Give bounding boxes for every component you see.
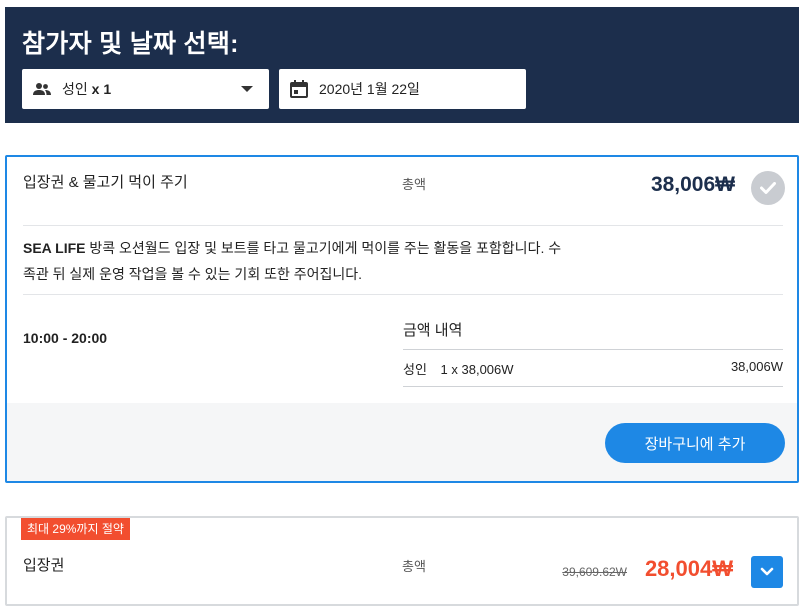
price-breakdown-row: 성인 1 x 38,006W 38,006W — [403, 359, 783, 377]
divider — [403, 349, 783, 350]
product-description: SEA LIFE 방콕 오션월드 입장 및 보트를 타고 물고기에게 먹이를 주… — [23, 240, 562, 282]
expand-button[interactable] — [751, 556, 783, 588]
product-title: 입장권 — [23, 557, 65, 574]
product-card-ticket-feeding[interactable]: 입장권 & 물고기 먹이 주기 총액 38,006₩ SEA LIFE 방콕 오… — [5, 155, 799, 483]
add-to-cart-button[interactable]: 장바구니에 추가 — [605, 423, 785, 463]
card-footer: 장바구니에 추가 — [7, 403, 797, 481]
divider — [23, 294, 783, 295]
divider — [23, 225, 783, 226]
calendar-icon — [289, 79, 309, 99]
chevron-down-icon — [241, 86, 253, 92]
original-price: 39,609.62W — [562, 565, 627, 579]
total-price: 38,006₩ — [650, 173, 735, 196]
operating-hours: 10:00 - 20:00 — [23, 330, 108, 346]
participants-value: 성인 x 1 — [62, 81, 112, 97]
sale-price: 28,004₩ — [644, 556, 733, 581]
selected-check-icon[interactable] — [751, 171, 785, 205]
chevron-down-icon — [760, 567, 774, 576]
date-value: 2020년 1월 22일 — [319, 81, 420, 97]
date-select[interactable]: 2020년 1월 22일 — [279, 69, 526, 109]
booking-header: 참가자 및 날짜 선택: 성인 x 1 2020년 1월 22일 — [5, 7, 799, 123]
total-label: 총액 — [402, 177, 426, 192]
discount-badge: 최대 29%까지 절약 — [21, 518, 130, 540]
total-label: 총액 — [402, 559, 426, 574]
participants-select[interactable]: 성인 x 1 — [22, 69, 269, 109]
product-title: 입장권 & 물고기 먹이 주기 — [23, 174, 188, 191]
divider — [403, 386, 783, 387]
users-icon — [32, 79, 52, 99]
page-title: 참가자 및 날짜 선택: — [22, 30, 239, 58]
product-card-ticket[interactable]: 최대 29%까지 절약 입장권 총액 39,609.62W 28,004₩ — [5, 516, 799, 606]
price-breakdown-title: 금액 내역 — [403, 322, 463, 339]
